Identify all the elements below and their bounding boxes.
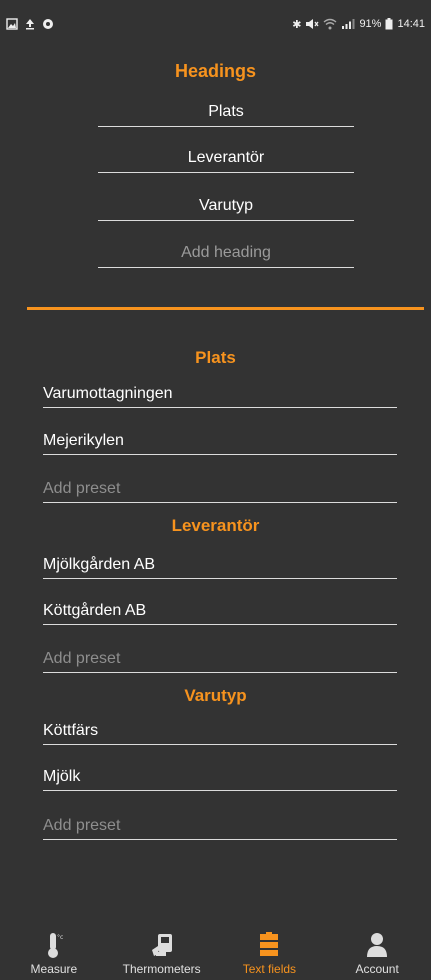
bottom-nav: °c Measure Thermometers Text fields Acco… [0,926,431,980]
preset-item[interactable]: Köttgården AB [43,602,397,625]
nav-measure[interactable]: °c Measure [4,930,104,980]
signal-icon [342,19,355,29]
mute-icon [306,19,319,29]
battery-icon [385,18,393,30]
nav-label-account: Account [355,962,399,976]
add-preset-input[interactable]: Add preset [43,817,397,840]
preset-item[interactable]: Mjölk [43,768,397,791]
upload-icon [26,19,34,30]
group-title-plats: Plats [195,348,236,367]
wifi-icon [323,18,337,30]
headings-title: Headings [174,61,257,81]
battery-percent: 91% [359,18,382,30]
preset-item[interactable]: Köttfärs [43,722,397,745]
add-preset-input[interactable]: Add preset [43,480,397,503]
preset-item[interactable]: Mejerikylen [43,432,397,455]
svg-text:°c: °c [57,934,63,941]
status-bar: ✱ 91% 14:41 [0,0,431,48]
status-time: 14:41 [397,18,425,30]
status-left-icons [6,18,54,30]
thermometer-icon: °c [39,930,69,960]
preset-item[interactable]: Varumottagningen [43,385,397,408]
add-preset-input[interactable]: Add preset [43,650,397,673]
image-icon [6,18,18,30]
nav-label-measure: Measure [30,962,78,976]
text-fields-icon [254,930,284,960]
nav-text-fields[interactable]: Text fields [219,930,319,980]
nav-label-text-fields: Text fields [242,962,297,976]
person-icon [362,930,392,960]
nav-account[interactable]: Account [327,930,427,980]
heading-item-plats[interactable]: Plats [98,103,354,127]
status-right: ✱ 91% 14:41 [292,18,425,31]
heading-item-leverantor[interactable]: Leverantör [98,149,354,173]
bluetooth-icon: ✱ [292,18,302,31]
preset-item[interactable]: Mjölkgården AB [43,556,397,579]
add-heading-input[interactable]: Add heading [98,244,354,268]
section-divider [27,307,424,310]
nav-thermometers[interactable]: Thermometers [112,930,212,980]
nav-label-thermometers: Thermometers [122,962,201,976]
group-title-varutyp: Varutyp [184,686,247,705]
group-title-leverantor: Leverantör [171,516,260,535]
heading-item-varutyp[interactable]: Varutyp [98,197,354,221]
device-icon [147,930,177,960]
circle-icon [43,19,53,29]
